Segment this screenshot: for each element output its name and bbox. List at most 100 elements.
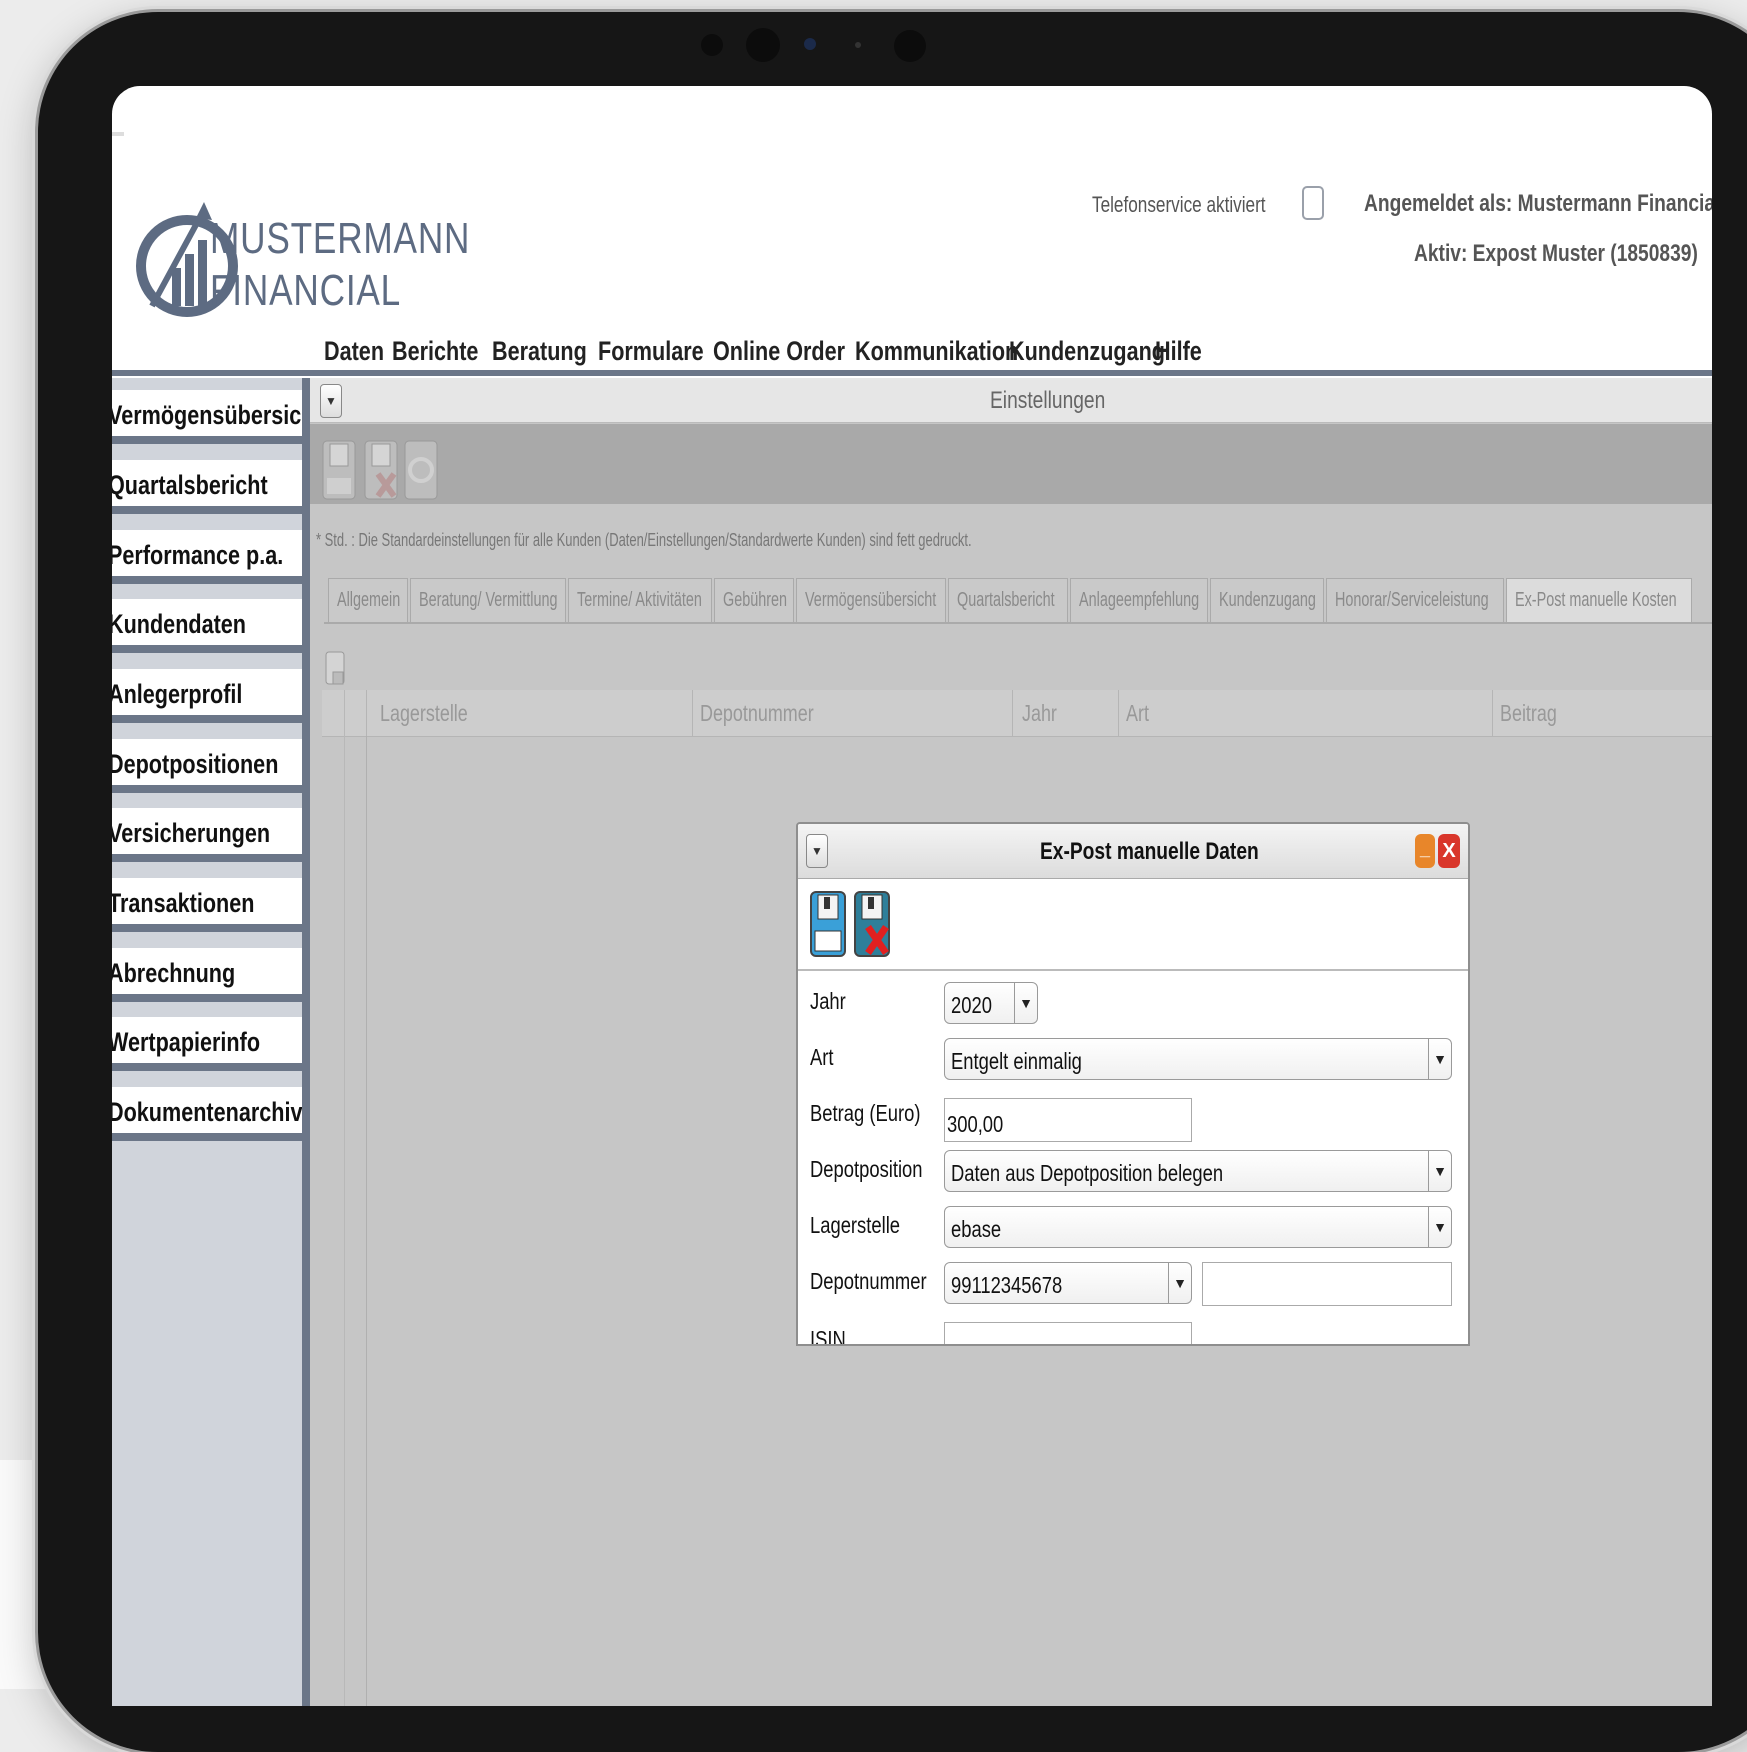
sidebar-item-quartalsbericht[interactable]: Quartalsbericht [112, 460, 302, 514]
menu-item-hilfe[interactable]: Hilfe [1155, 336, 1203, 367]
minimize-button[interactable]: _ [1415, 834, 1435, 868]
settings-tabs: Allgemein Beratung/ Vermittlung Termine/… [328, 578, 1694, 623]
art-label: Art [810, 1044, 834, 1070]
telefonservice-checkbox[interactable] [1302, 186, 1324, 220]
tab-vermoegensuebersicht[interactable]: Vermögensübersicht [796, 578, 946, 623]
depotposition-label: Depotposition [810, 1156, 923, 1182]
tab-honorar[interactable]: Honorar/Serviceleistung [1326, 578, 1504, 623]
panel-menu-button[interactable]: ▼ [320, 384, 342, 418]
column-depotnummer[interactable]: Depotnummer [700, 700, 814, 727]
panel-title: Einstellungen [990, 387, 1106, 414]
sidebar-item-label: Abrechnung [112, 958, 236, 988]
tab-allgemein[interactable]: Allgemein [328, 578, 408, 623]
depotnummer-select[interactable]: 99112345678 ▼ [944, 1262, 1192, 1304]
camera-sensor [804, 38, 816, 50]
camera-lens [894, 30, 926, 62]
menu-item-kommunikation[interactable]: Kommunikation [855, 336, 1018, 367]
discard-icon[interactable] [364, 440, 398, 500]
sidebar-item-transaktionen[interactable]: Transaktionen [112, 878, 302, 932]
tab-kundenzugang[interactable]: Kundenzugang [1210, 578, 1324, 623]
betrag-input[interactable]: 300,00 [944, 1098, 1192, 1142]
jahr-select[interactable]: 2020 ▼ [944, 982, 1038, 1024]
tab-ex-post-manuelle-kosten[interactable]: Ex-Post manuelle Kosten [1506, 578, 1692, 623]
camera-lens [746, 28, 780, 62]
tab-termine[interactable]: Termine/ Aktivitäten [568, 578, 712, 623]
sidebar-item-anlegerprofil[interactable]: Anlegerprofil [112, 669, 302, 723]
menu-item-berichte[interactable]: Berichte [392, 336, 482, 367]
art-select[interactable]: Entgelt einmalig ▼ [944, 1038, 1452, 1080]
column-jahr[interactable]: Jahr [1022, 700, 1057, 727]
art-value: Entgelt einmalig [951, 1048, 1082, 1074]
grid-header: Lagerstelle Depotnummer Jahr Art Beitrag [322, 690, 1712, 737]
betrag-label: Betrag (Euro) [810, 1100, 921, 1126]
dialog-menu-button[interactable]: ▼ [806, 834, 828, 868]
sidebar-item-vermoegensuebersicht[interactable]: Vermögensübersicht [112, 390, 302, 444]
camera-dot [855, 42, 861, 48]
active-client-label: Aktiv: Expost Muster (1850839) [1414, 240, 1698, 267]
close-button[interactable]: X [1438, 834, 1460, 868]
refresh-icon[interactable] [404, 440, 438, 500]
menu-item-kundenzugang[interactable]: Kundenzugang [1009, 336, 1165, 367]
sidebar-item-dokumentenarchiv[interactable]: Dokumentenarchiv [112, 1087, 302, 1141]
dialog-title: Ex-Post manuelle Daten [1040, 838, 1259, 865]
grid-separator [344, 690, 345, 1706]
menu-item-online-order[interactable]: Online Order [713, 336, 845, 367]
lagerstelle-label: Lagerstelle [810, 1212, 901, 1238]
menu-item-beratung[interactable]: Beratung [492, 336, 587, 367]
jahr-label: Jahr [810, 988, 846, 1014]
column-beitrag[interactable]: Beitrag [1500, 700, 1557, 727]
depotnummer-extra-input[interactable] [1202, 1262, 1452, 1306]
tab-beratung[interactable]: Beratung/ Vermittlung [410, 578, 566, 623]
sidebar-item-label: Versicherungen [112, 818, 271, 848]
tab-anlageempfehlung[interactable]: Anlageempfehlung [1070, 578, 1208, 623]
isin-input[interactable] [944, 1322, 1192, 1344]
ex-post-dialog: ▼ Ex-Post manuelle Daten _ X Jahr 2020 ▼… [796, 822, 1470, 1346]
sidebar-item-label: Depotpositionen [112, 749, 279, 779]
menu-divider [112, 370, 1712, 376]
main-menu: Daten Berichte Beratung Formulare Online… [324, 336, 1203, 367]
chevron-down-icon: ▼ [1428, 1207, 1451, 1247]
grid-separator [1118, 690, 1119, 736]
dialog-toolbar [798, 879, 1468, 971]
isin-label: ISIN [810, 1326, 846, 1346]
sidebar-item-label: Quartalsbericht [112, 470, 268, 500]
sidebar-item-versicherungen[interactable]: Versicherungen [112, 808, 302, 862]
panel-toolbar [310, 424, 1712, 504]
column-lagerstelle[interactable]: Lagerstelle [380, 700, 468, 727]
jahr-value: 2020 [951, 992, 992, 1018]
sidebar-divider [302, 378, 310, 1706]
sidebar-item-wertpapierinfo[interactable]: Wertpapierinfo [112, 1017, 302, 1071]
sidebar-item-label: Performance p.a. [112, 540, 284, 570]
sidebar-item-label: Anlegerprofil [112, 679, 243, 709]
sidebar-item-performance[interactable]: Performance p.a. [112, 530, 302, 584]
menu-item-daten[interactable]: Daten [324, 336, 388, 367]
dialog-titlebar: ▼ Ex-Post manuelle Daten _ X [798, 824, 1468, 879]
sidebar-item-depotpositionen[interactable]: Depotpositionen [112, 739, 302, 793]
sidebar-item-label: Wertpapierinfo [112, 1027, 261, 1057]
sidebar-item-abrechnung[interactable]: Abrechnung [112, 948, 302, 1002]
logged-in-label: Angemeldet als: Mustermann Financial [1364, 190, 1712, 217]
column-art[interactable]: Art [1126, 700, 1149, 727]
new-entry-icon[interactable] [324, 650, 346, 688]
grid-separator [1492, 690, 1493, 736]
tab-baseline [324, 622, 1712, 624]
menu-item-formulare[interactable]: Formulare [598, 336, 704, 367]
tab-gebuehren[interactable]: Gebühren [714, 578, 794, 623]
tab-quartalsbericht[interactable]: Quartalsbericht [948, 578, 1068, 623]
save-icon[interactable] [810, 891, 846, 957]
brand-subname: FINANCIAL [210, 266, 402, 315]
sidebar-item-label: Kundendaten [112, 609, 246, 639]
chevron-down-icon: ▼ [1428, 1151, 1451, 1191]
depotposition-select[interactable]: Daten aus Depotposition belegen ▼ [944, 1150, 1452, 1192]
depotnummer-value: 99112345678 [951, 1272, 1063, 1298]
standard-note: * Std. : Die Standardeinstellungen für a… [316, 530, 972, 550]
lagerstelle-select[interactable]: ebase ▼ [944, 1206, 1452, 1248]
camera-dot [701, 34, 723, 56]
depotnummer-label: Depotnummer [810, 1268, 927, 1294]
brand-name: MUSTERMANN [210, 214, 471, 263]
save-icon[interactable] [322, 440, 356, 500]
discard-icon[interactable] [854, 891, 890, 957]
chevron-down-icon: ▼ [1168, 1263, 1191, 1303]
sidebar-item-kundendaten[interactable]: Kundendaten [112, 599, 302, 653]
window-marker [112, 132, 124, 136]
